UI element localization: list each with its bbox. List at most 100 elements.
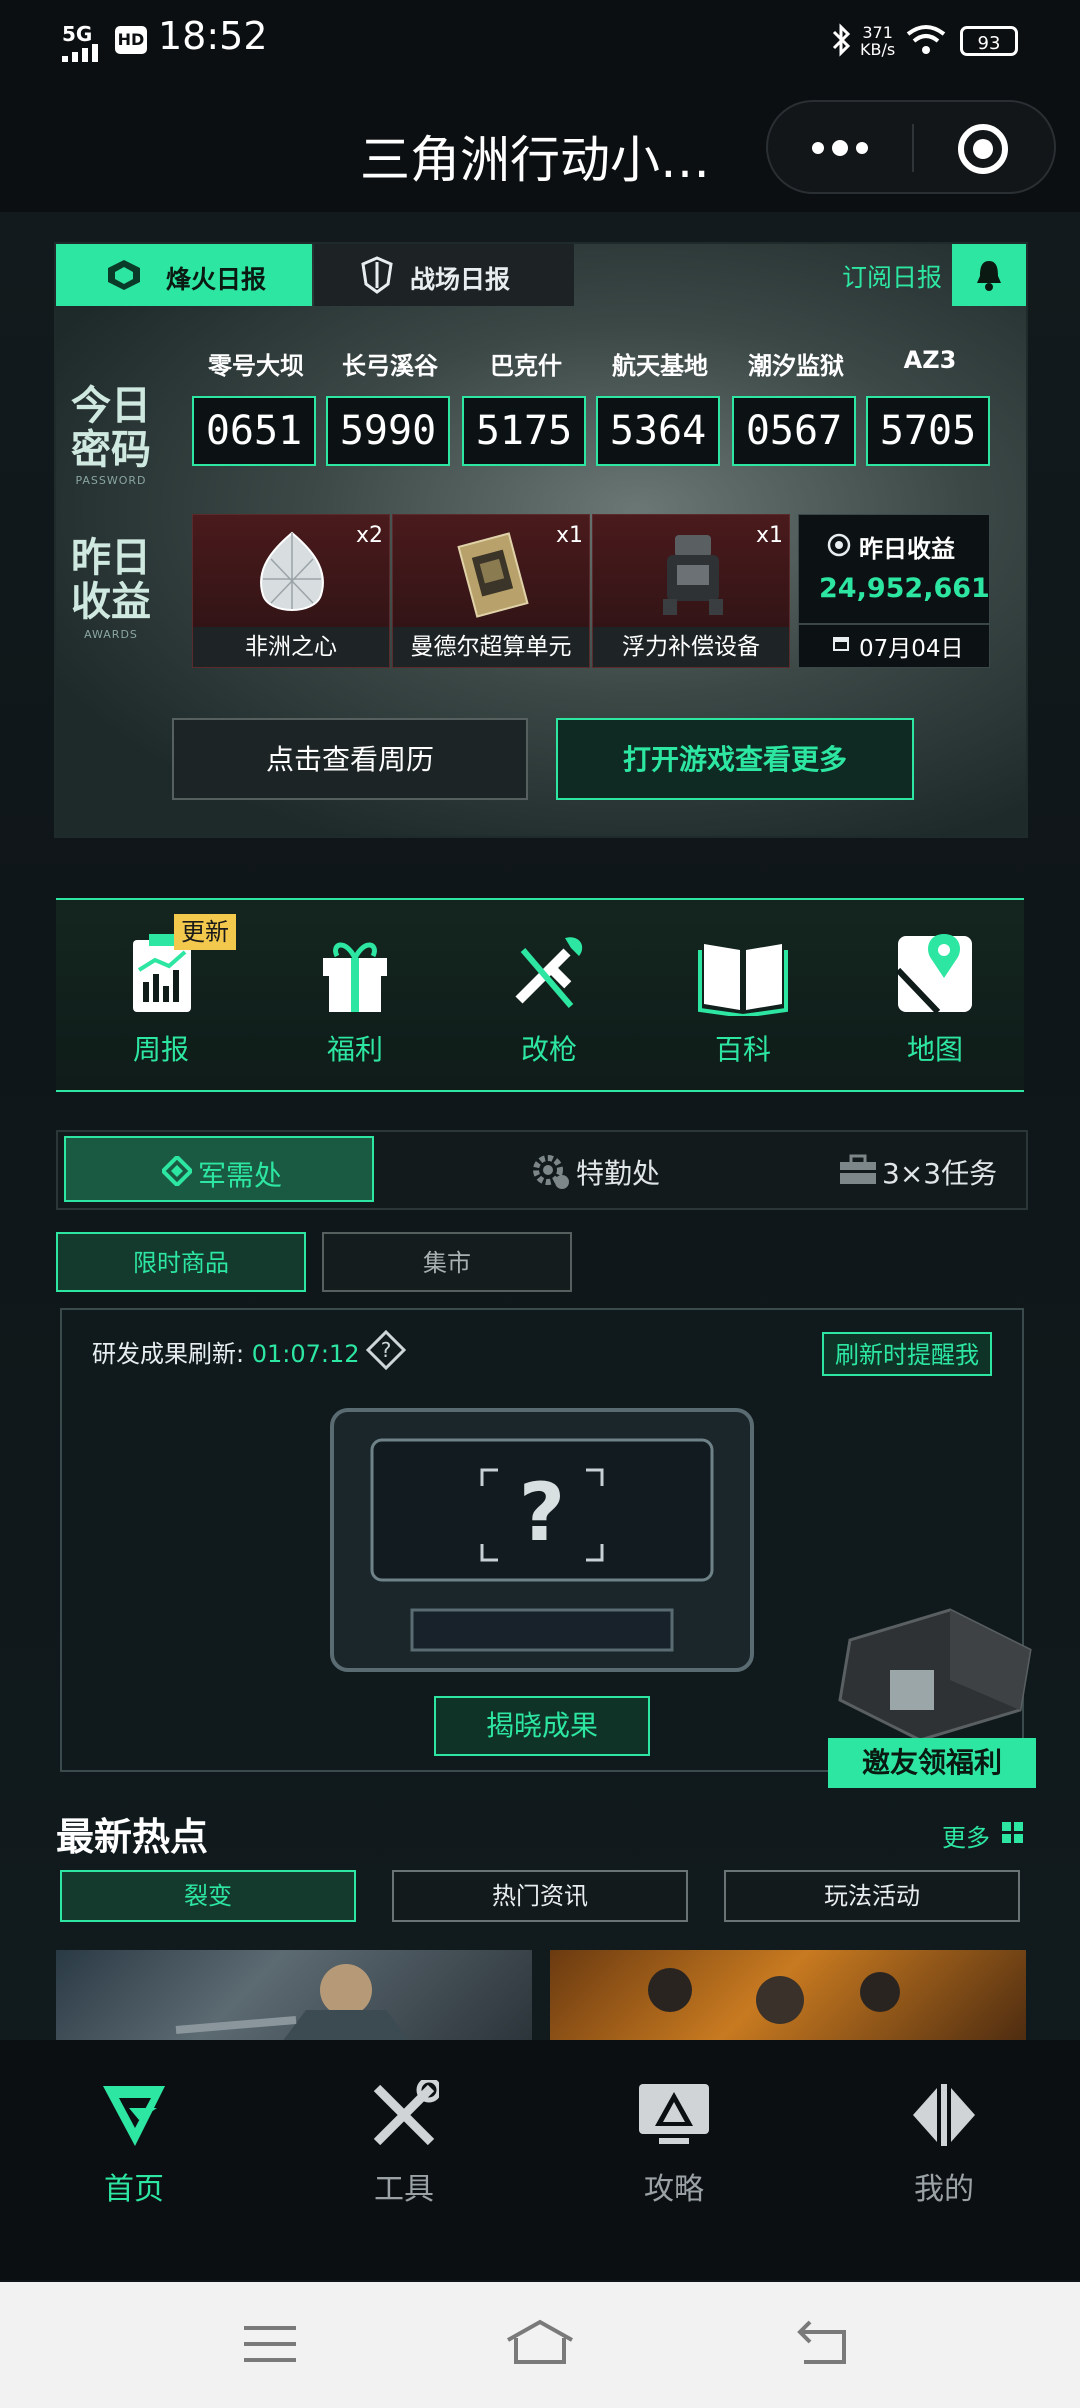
book-icon [698, 944, 788, 1019]
wifi-icon [906, 25, 946, 54]
hd-badge: HD [115, 26, 147, 54]
guide-monitor-icon [639, 2084, 709, 2144]
bottom-navigation: 首页 工具 攻略 我的 [0, 2040, 1080, 2280]
gun-wrench-icon [515, 937, 583, 1008]
hot-tab-news[interactable]: 热门资讯 [392, 1870, 688, 1922]
grid-icon[interactable] [1002, 1822, 1024, 1844]
menu-icon[interactable] [244, 2322, 296, 2366]
home-icon[interactable] [504, 2318, 576, 2366]
segment-label: 特勤处 [576, 1157, 661, 1190]
income-label: 昨日收益 [859, 535, 955, 563]
nav-home[interactable]: 首页 [54, 2080, 214, 2208]
bell-icon [977, 261, 1001, 291]
refresh-countdown: 研发成果刷新: 01:07:12 [92, 1334, 360, 1369]
bluetooth-icon [832, 23, 851, 57]
tool-map[interactable]: 地图 [870, 930, 1000, 1068]
view-weekly-calendar-button[interactable]: 点击查看周历 [172, 718, 528, 800]
status-bar: 5G HD 18:52 371 KB/s 93 [0, 0, 1080, 80]
map-code: 0651 [192, 396, 316, 466]
update-badge: 更新 [174, 914, 236, 950]
map-code: 5705 [866, 396, 990, 466]
segment-special-ops[interactable]: 特勤处 [478, 1150, 678, 1190]
award-name: 非洲之心 [193, 627, 389, 667]
nav-mine[interactable]: 我的 [864, 2080, 1024, 2208]
tab-battlefield-report[interactable]: 战场日报 [314, 244, 574, 306]
map-code: 0567 [732, 396, 856, 466]
squad-image [648, 1968, 900, 2024]
segment-label: 3×3任务 [882, 1157, 998, 1190]
tool-label: 百科 [714, 1033, 771, 1066]
bell-button[interactable] [952, 244, 1026, 306]
password-subtitle: PASSWORD [75, 474, 147, 487]
gear-icon [533, 1155, 569, 1189]
subscribe-link[interactable]: 订阅日报 [842, 258, 942, 294]
refresh-label: 研发成果刷新: [92, 1340, 245, 1368]
tool-label: 周报 [132, 1033, 189, 1066]
nav-label: 我的 [914, 2172, 974, 2207]
nav-label: 攻略 [644, 2172, 704, 2207]
nav-guides[interactable]: 攻略 [594, 2080, 754, 2208]
svg-text:?: ? [381, 1338, 392, 1362]
svg-text:?: ? [519, 1466, 565, 1559]
tab-label: 战场日报 [410, 265, 511, 294]
help-icon[interactable]: ? [366, 1330, 406, 1370]
battery-indicator: 93 [960, 26, 1018, 56]
tool-weekly-report[interactable]: 周报 [96, 930, 226, 1068]
news-thumbnail[interactable] [56, 1950, 532, 2050]
income-divider [799, 623, 989, 625]
tools-row: 周报 更新 福利 改枪 百科 地图 [56, 898, 1024, 1092]
gift-icon [323, 942, 387, 1012]
hot-tab-fission[interactable]: 裂变 [60, 1870, 356, 1922]
tool-label: 地图 [906, 1033, 963, 1066]
diamond-icon [260, 531, 324, 611]
tool-welfare[interactable]: 福利 [290, 930, 420, 1068]
battlefield-icon [361, 256, 393, 294]
chip-market[interactable]: 集市 [322, 1232, 572, 1292]
segment-3x3-tasks[interactable]: 3×3任务 [778, 1150, 998, 1190]
segment-quartermaster[interactable]: 军需处 [64, 1136, 374, 1202]
signal-icon [62, 44, 98, 62]
invite-friends-button[interactable]: 邀友领福利 [828, 1738, 1036, 1788]
computing-unit-icon [457, 532, 529, 618]
map-name: 航天基地 [612, 352, 708, 380]
gift-crate-icon [838, 1608, 1032, 1740]
more-link[interactable]: 更多 [942, 1818, 990, 1853]
map-code: 5364 [596, 396, 720, 466]
tab-label: 烽火日报 [166, 265, 267, 294]
map-name: 潮汐监狱 [748, 352, 844, 380]
refresh-time: 01:07:12 [251, 1340, 360, 1368]
tab-fenghuo-report[interactable]: 烽火日报 [56, 244, 312, 306]
profile-logo-icon [913, 2084, 975, 2146]
segment-label: 军需处 [198, 1159, 283, 1192]
map-code: 5175 [462, 396, 586, 466]
more-dots-icon[interactable] [808, 138, 872, 158]
soldier-image [175, 1964, 416, 2050]
tool-gun-mod[interactable]: 改枪 [484, 930, 614, 1068]
calendar-icon [833, 637, 849, 651]
income-value: 24,952,661 [819, 573, 990, 604]
chip-limited-goods[interactable]: 限时商品 [56, 1232, 306, 1292]
open-game-button[interactable]: 打开游戏查看更多 [556, 718, 914, 800]
back-icon[interactable] [796, 2318, 848, 2366]
nav-tools[interactable]: 工具 [324, 2077, 484, 2208]
coin-icon [827, 533, 851, 557]
news-thumbnail[interactable] [550, 1950, 1026, 2050]
award-item[interactable]: x1 曼德尔超算单元 [392, 514, 590, 668]
fenghuo-icon [108, 260, 140, 290]
award-item[interactable]: x2 非洲之心 [192, 514, 390, 668]
map-name: 长弓溪谷 [342, 352, 438, 380]
map-name: AZ3 [903, 346, 957, 374]
close-target-icon[interactable] [956, 122, 1010, 176]
hot-tab-events[interactable]: 玩法活动 [724, 1870, 1020, 1922]
mini-program-capsule [766, 100, 1056, 194]
briefcase-icon [840, 1154, 876, 1184]
reveal-results-button[interactable]: 揭晓成果 [434, 1696, 650, 1756]
award-name: 浮力补偿设备 [593, 627, 789, 667]
password-title: 今日 密码 [71, 383, 151, 473]
remind-on-refresh-button[interactable]: 刷新时提醒我 [822, 1332, 992, 1376]
tool-label: 改枪 [520, 1033, 577, 1066]
map-name: 巴克什 [490, 352, 562, 380]
tool-encyclopedia[interactable]: 百科 [678, 930, 808, 1068]
quartermaster-icon [162, 1156, 192, 1186]
award-item[interactable]: x1 浮力补偿设备 [592, 514, 790, 668]
